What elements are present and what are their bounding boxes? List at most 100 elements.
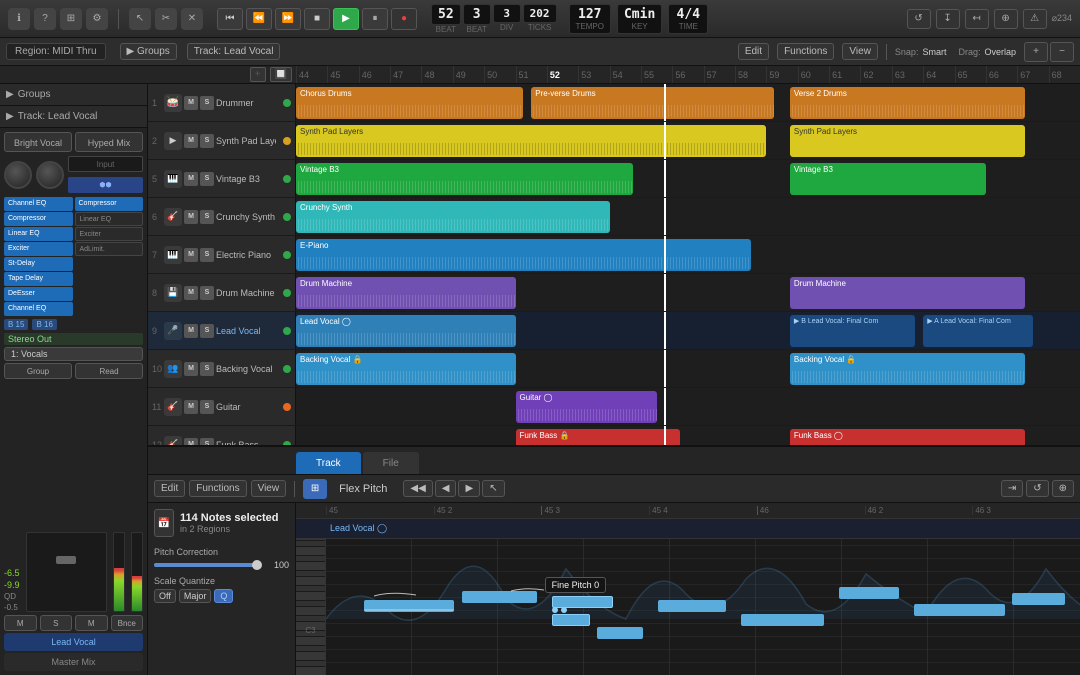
region-verse2-drums[interactable]: Verse 2 Drums bbox=[790, 87, 1025, 119]
region-backing-vocal-2[interactable]: Backing Vocal 🔒 bbox=[790, 353, 1025, 385]
plugin-linear-eq2[interactable]: Linear EQ bbox=[75, 212, 144, 226]
fp-pitch-slider[interactable] bbox=[154, 563, 260, 567]
fp-align-btn[interactable]: ⇥ bbox=[1001, 480, 1023, 497]
hyped-mix-btn[interactable]: Hyped Mix bbox=[75, 132, 143, 152]
tempo-display[interactable]: 127 TEMPO bbox=[569, 4, 611, 34]
group-btn[interactable]: Group bbox=[4, 363, 72, 379]
region-drum-machine-2[interactable]: Drum Machine bbox=[790, 277, 1025, 309]
record-button[interactable]: ● bbox=[391, 8, 417, 30]
region-funk-bass-2[interactable]: Funk Bass ◯ bbox=[790, 429, 1025, 445]
solo-btn-bottom[interactable]: S bbox=[40, 615, 73, 631]
master-mix-bottom[interactable]: Master Mix bbox=[4, 653, 143, 671]
track-8-mute[interactable]: M bbox=[184, 286, 198, 300]
region-lead-vocal-final-2[interactable]: ▶ A Lead Vocal: Final Com bbox=[923, 315, 1033, 347]
replace-btn[interactable]: ⊕ bbox=[994, 9, 1018, 29]
plugin-st-delay[interactable]: St-Delay bbox=[4, 257, 73, 271]
region-epiano[interactable]: E-Piano bbox=[296, 239, 751, 271]
edit-menu[interactable]: Edit bbox=[738, 43, 769, 60]
region-backing-vocal-1[interactable]: Backing Vocal 🔒 bbox=[296, 353, 516, 385]
region-funk-bass-1[interactable]: Funk Bass 🔒 bbox=[516, 429, 681, 445]
groups-bar[interactable]: ▶ Groups bbox=[0, 84, 147, 106]
edit-menu-fp[interactable]: Edit bbox=[154, 480, 185, 497]
volume-knob[interactable] bbox=[36, 161, 64, 189]
fp-calendar-icon[interactable]: 📅 bbox=[154, 509, 174, 537]
fp-cursor-btn[interactable]: ↖ bbox=[482, 480, 504, 497]
region-synth-pad-2[interactable]: Synth Pad Layers bbox=[790, 125, 1025, 157]
settings-icon[interactable]: ⚙ bbox=[86, 8, 108, 30]
bounce-btn[interactable]: Bnce bbox=[111, 615, 144, 631]
fp-loop-btn[interactable]: ↺ bbox=[1026, 480, 1048, 497]
fp-q-btn[interactable]: Q bbox=[214, 589, 233, 603]
mute-btn-bottom[interactable]: M bbox=[4, 615, 37, 631]
track-12-mute[interactable]: M bbox=[184, 438, 198, 446]
rewind-button[interactable]: ⏮ bbox=[217, 8, 243, 30]
read-btn[interactable]: Read bbox=[75, 363, 143, 379]
view-menu[interactable]: View bbox=[842, 43, 878, 60]
track-10-mute[interactable]: M bbox=[184, 362, 198, 376]
fp-zoom-btn[interactable]: ⊕ bbox=[1052, 480, 1074, 497]
tab-track[interactable]: Track bbox=[296, 452, 361, 474]
send-b16[interactable]: B 16 bbox=[32, 319, 56, 330]
plugin-channel-eq[interactable]: Channel EQ bbox=[4, 197, 73, 211]
vocals-btn[interactable]: 1: Vocals bbox=[4, 347, 143, 361]
fp-main-canvas[interactable]: Fine Pitch 0 bbox=[326, 539, 1080, 675]
track-1-content[interactable]: Chorus Drums Pre-verse Drums Verse 2 Dru… bbox=[296, 84, 1080, 121]
track-2-content[interactable]: Synth Pad Layers Synth Pad Layers bbox=[296, 122, 1080, 159]
pointer-icon[interactable]: ↖ bbox=[129, 8, 151, 30]
track-5-mute[interactable]: M bbox=[184, 172, 198, 186]
track-10-solo[interactable]: S bbox=[200, 362, 214, 376]
functions-menu[interactable]: Functions bbox=[777, 43, 834, 60]
fader-track[interactable] bbox=[26, 532, 107, 612]
track-6-mute[interactable]: M bbox=[184, 210, 198, 224]
key-display[interactable]: Cmin KEY bbox=[617, 4, 662, 34]
groups-toggle[interactable]: ▶ Groups bbox=[120, 43, 177, 60]
plugin-linear-eq[interactable]: Linear EQ bbox=[4, 227, 73, 241]
region-lead-vocal-1[interactable]: Lead Vocal ◯ bbox=[296, 315, 516, 347]
region-guitar[interactable]: Guitar ◯ bbox=[516, 391, 657, 423]
plugin-exciter2[interactable]: Exciter bbox=[75, 227, 144, 241]
fp-note-1[interactable] bbox=[364, 600, 454, 612]
capture-btn[interactable]: ↤ bbox=[965, 9, 989, 29]
track-10-content[interactable]: Backing Vocal 🔒 Backing Vocal 🔒 bbox=[296, 350, 1080, 387]
region-synth-pad-1[interactable]: Synth Pad Layers bbox=[296, 125, 766, 157]
stop-button[interactable]: ■ bbox=[304, 8, 330, 30]
track-6-content[interactable]: Crunchy Synth bbox=[296, 198, 1080, 235]
track-8-content[interactable]: Drum Machine Drum Machine bbox=[296, 274, 1080, 311]
track-9-content[interactable]: Lead Vocal ◯ ▶ B Lead Vocal: Final Com ▶… bbox=[296, 312, 1080, 349]
info-icon[interactable]: ℹ bbox=[8, 8, 30, 30]
time-sig-display[interactable]: 4/4 TIME bbox=[668, 4, 708, 34]
send-b15[interactable]: B 15 bbox=[4, 319, 28, 330]
mixer-icon[interactable]: ⊞ bbox=[60, 8, 82, 30]
track-7-solo[interactable]: S bbox=[200, 248, 214, 262]
region-vintage-b3-1[interactable]: Vintage B3 bbox=[296, 163, 633, 195]
functions-menu-fp[interactable]: Functions bbox=[189, 480, 246, 497]
fp-note-9[interactable] bbox=[914, 604, 1004, 616]
track-7-content[interactable]: E-Piano bbox=[296, 236, 1080, 273]
region-crunchy-synth[interactable]: Crunchy Synth bbox=[296, 201, 610, 233]
fp-note-4[interactable] bbox=[552, 614, 590, 626]
plugin-deesser[interactable]: DeEsser bbox=[4, 287, 73, 301]
plugin-exciter[interactable]: Exciter bbox=[4, 242, 73, 256]
track-9-solo[interactable]: S bbox=[200, 324, 214, 338]
tab-file[interactable]: File bbox=[363, 452, 419, 474]
fast-rewind-button[interactable]: ⏪ bbox=[246, 8, 272, 30]
track-11-solo[interactable]: S bbox=[200, 400, 214, 414]
autoquant-btn[interactable]: ↧ bbox=[936, 9, 960, 29]
scissors-icon[interactable]: ✂ bbox=[155, 8, 177, 30]
plugin-compressor2[interactable]: Compressor bbox=[75, 197, 144, 211]
track-12-content[interactable]: Funk Bass 🔒 Funk Bass ◯ bbox=[296, 426, 1080, 445]
track-12-solo[interactable]: S bbox=[200, 438, 214, 446]
alert-btn[interactable]: ⚠ bbox=[1023, 9, 1047, 29]
fp-note-5[interactable] bbox=[597, 627, 642, 639]
fp-major-select[interactable]: Major bbox=[179, 589, 212, 603]
track-6-solo[interactable]: S bbox=[200, 210, 214, 224]
region-preverse-drums[interactable]: Pre-verse Drums bbox=[531, 87, 774, 119]
view-menu-fp[interactable]: View bbox=[251, 480, 287, 497]
region-lead-vocal-final-1[interactable]: ▶ B Lead Vocal: Final Com bbox=[790, 315, 915, 347]
track-11-content[interactable]: Guitar ◯ bbox=[296, 388, 1080, 425]
play-button[interactable]: ▶ bbox=[333, 8, 359, 30]
input-bar[interactable]: Input bbox=[68, 156, 143, 172]
fp-ctrl-3[interactable]: ▶ bbox=[458, 480, 480, 497]
region-drum-machine-1[interactable]: Drum Machine bbox=[296, 277, 516, 309]
track-8-solo[interactable]: S bbox=[200, 286, 214, 300]
